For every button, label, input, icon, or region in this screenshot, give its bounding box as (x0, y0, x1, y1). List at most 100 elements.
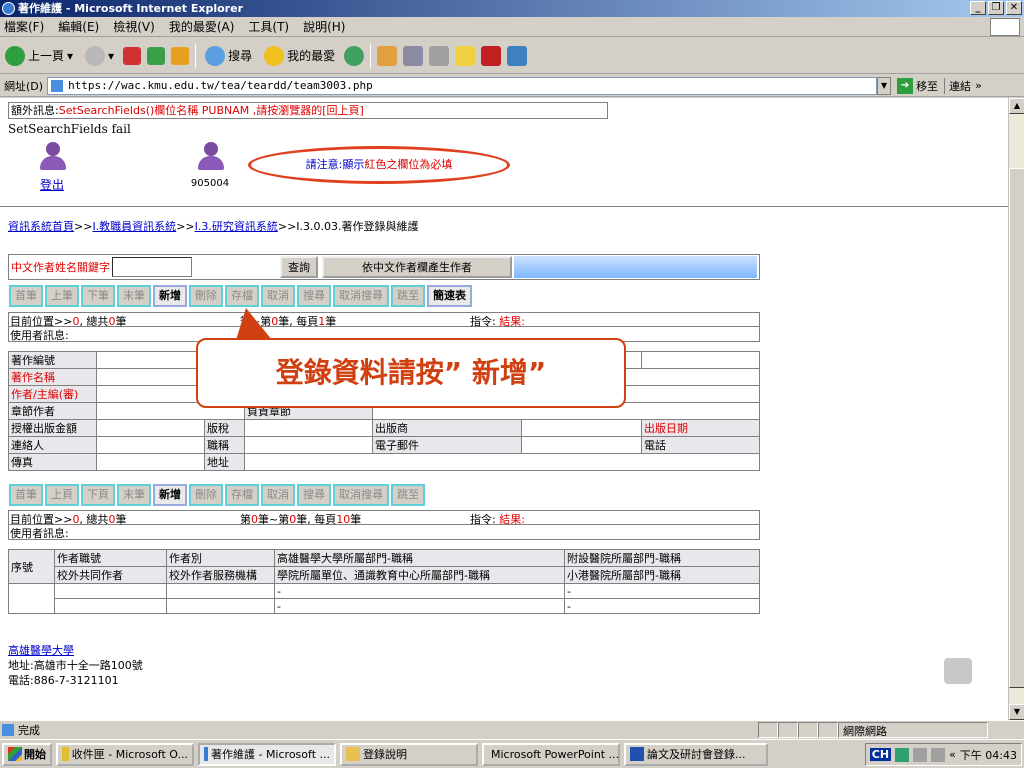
links-chevron-icon[interactable]: » (975, 79, 982, 92)
last-page-button[interactable]: 末筆 (117, 484, 151, 506)
menu-favorites[interactable]: 我的最愛(A) (169, 18, 235, 35)
range-start-value: 0 (251, 513, 258, 526)
logout-block[interactable]: 登出 (22, 140, 82, 193)
cancel-button[interactable]: 取消 (261, 285, 295, 307)
breadcrumb-home[interactable]: 資訊系統首頁 (8, 220, 74, 233)
tray-expand-icon[interactable]: « (949, 748, 956, 761)
publisher-label: 出版商 (372, 419, 522, 437)
delete-button[interactable]: 刪除 (189, 285, 223, 307)
start-button[interactable]: 開始 (2, 742, 52, 766)
table-cell: - (564, 583, 760, 599)
table-cell (166, 583, 275, 599)
scroll-up-button[interactable]: ▲ (1009, 98, 1024, 114)
task-folder[interactable]: 登錄說明 (340, 742, 478, 766)
add-button-bottom[interactable]: 新增 (153, 484, 187, 506)
scroll-thumb[interactable] (1009, 168, 1024, 688)
perpage-label: 筆, 每頁 (278, 315, 319, 328)
search-button[interactable]: 搜尋 (297, 285, 331, 307)
messenger-icon[interactable] (507, 45, 528, 66)
cancel-button-bottom[interactable]: 取消 (261, 484, 295, 506)
last-record-button[interactable]: 末筆 (117, 285, 151, 307)
university-link[interactable]: 高雄醫學大學 (8, 644, 74, 657)
devil-icon[interactable] (481, 45, 502, 66)
contact-field[interactable] (96, 436, 205, 454)
links-button[interactable]: 連結 (944, 77, 975, 94)
search-button-bottom[interactable]: 搜尋 (297, 484, 331, 506)
menu-help[interactable]: 說明(H) (303, 18, 345, 35)
tax-field[interactable] (244, 419, 373, 437)
breadcrumb-research[interactable]: I.3.研究資訊系統 (195, 220, 278, 233)
menu-file[interactable]: 檔案(F) (4, 18, 44, 35)
logout-user-icon[interactable] (34, 140, 70, 172)
tray-icon[interactable] (913, 747, 928, 762)
ime-indicator[interactable]: CH (869, 748, 892, 761)
refresh-icon[interactable] (147, 46, 166, 65)
logout-link[interactable]: 登出 (22, 176, 82, 193)
author-keyword-input[interactable] (112, 257, 192, 277)
breadcrumb-staff[interactable]: I.教職員資訊系統 (92, 220, 176, 233)
home-icon[interactable] (171, 46, 190, 65)
query-button[interactable]: 查詢 (280, 256, 318, 278)
menu-tools[interactable]: 工具(T) (248, 18, 289, 35)
back-button[interactable]: 上一頁 ▾ (2, 42, 76, 70)
seq-header: 序號 (8, 549, 55, 584)
address-dropdown[interactable]: ▼ (877, 76, 892, 95)
print-icon[interactable] (403, 45, 424, 66)
jump-button[interactable]: 跳至 (391, 285, 425, 307)
save-button[interactable]: 存檔 (225, 285, 259, 307)
forward-button[interactable]: ▾ (82, 42, 117, 70)
address-input[interactable]: https://wac.kmu.edu.tw/tea/teardd/team30… (47, 76, 878, 95)
quick-table-button[interactable]: 簡速表 (427, 285, 472, 307)
next-page-button[interactable]: 下頁 (81, 484, 115, 506)
address-field[interactable] (244, 453, 760, 471)
title-label: 著作名稱 (8, 368, 97, 386)
cancel-search-button-bottom[interactable]: 取消搜尋 (333, 484, 389, 506)
task-ie[interactable]: 著作維護 - Microsoft ... (198, 742, 336, 766)
fax-field[interactable] (96, 453, 205, 471)
task-powerpoint[interactable]: Microsoft PowerPoint ... (482, 742, 620, 766)
save-button-bottom[interactable]: 存檔 (225, 484, 259, 506)
prev-record-button[interactable]: 上筆 (45, 285, 79, 307)
publisher-field[interactable] (521, 419, 642, 437)
stop-icon[interactable] (123, 46, 142, 65)
license-field[interactable] (96, 419, 205, 437)
first-page-button[interactable]: 首筆 (9, 484, 43, 506)
add-button[interactable]: 新增 (153, 285, 187, 307)
scroll-down-button[interactable]: ▼ (1009, 704, 1024, 720)
task-outlook[interactable]: 收件匣 - Microsoft O... (56, 742, 194, 766)
search-label: 搜尋 (228, 49, 253, 63)
jump-button-bottom[interactable]: 跳至 (391, 484, 425, 506)
task-word[interactable]: 論文及研討會登錄... (624, 742, 768, 766)
message-prefix: 額外訊息: (11, 104, 59, 117)
task-label: 論文及研討會登錄... (647, 748, 746, 761)
cancel-search-button[interactable]: 取消搜尋 (333, 285, 389, 307)
job-field[interactable] (244, 436, 373, 454)
author-list-table: 序號 作者職號 作者別 高雄醫學大學所屬部門-職稱 附設醫院所屬部門-職稱 校外… (8, 549, 760, 614)
ime-mode-icon[interactable] (895, 747, 910, 762)
edit-icon[interactable] (429, 45, 450, 66)
generate-author-button[interactable]: 依中文作者欄產生作者 (322, 256, 512, 278)
school-header: 學院所屬單位、通識教育中心所屬部門-職稱 (274, 566, 565, 584)
delete-button-bottom[interactable]: 刪除 (189, 484, 223, 506)
close-button[interactable]: ✕ (1006, 1, 1022, 15)
menu-edit[interactable]: 編輯(E) (58, 18, 99, 35)
go-button[interactable]: ➔ 移至 (891, 77, 944, 94)
search-button[interactable]: 搜尋 (202, 42, 255, 70)
mail-icon[interactable] (377, 45, 398, 66)
windows-logo-icon (990, 18, 1020, 36)
favorites-button[interactable]: 我的最愛 (261, 42, 338, 70)
address-label: 地址 (204, 453, 245, 471)
restore-button[interactable]: ❐ (988, 1, 1004, 15)
email-field[interactable] (521, 436, 642, 454)
total-label-2: , 總共 (79, 513, 109, 526)
vertical-scrollbar[interactable]: ▲ ▼ (1008, 98, 1024, 720)
nav-button-row-bottom: 首筆 上頁 下頁 末筆 新增 刪除 存檔 取消 搜尋 取消搜尋 跳至 (8, 483, 760, 507)
tray-icon[interactable] (931, 747, 946, 762)
prev-page-button[interactable]: 上頁 (45, 484, 79, 506)
next-record-button[interactable]: 下筆 (81, 285, 115, 307)
discuss-icon[interactable] (455, 45, 476, 66)
menu-view[interactable]: 檢視(V) (113, 18, 155, 35)
history-icon[interactable] (344, 45, 365, 66)
minimize-button[interactable]: _ (970, 1, 986, 15)
first-record-button[interactable]: 首筆 (9, 285, 43, 307)
